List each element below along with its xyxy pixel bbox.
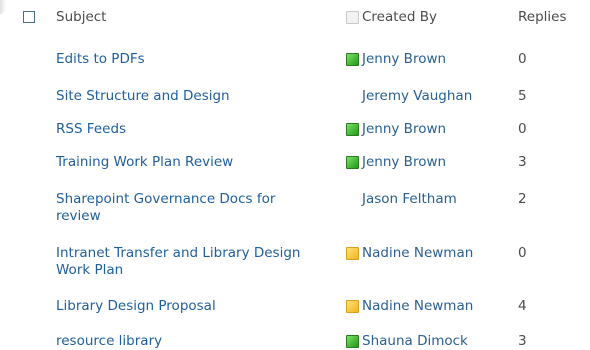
presence-status-icon[interactable]	[346, 335, 359, 348]
discussion-subject-link[interactable]: Edits to PDFs	[56, 51, 316, 68]
discussion-subject-link[interactable]: RSS Feeds	[56, 121, 316, 138]
created-by-user-link[interactable]: Nadine Newman	[362, 245, 473, 261]
created-by-user-link[interactable]: Jeremy Vaughan	[362, 88, 472, 104]
replies-count: 0	[518, 245, 527, 261]
created-by-cell: Jenny Brown	[346, 51, 446, 67]
created-by-cell: Shauna Dimock	[346, 333, 468, 349]
presence-status-icon[interactable]	[346, 247, 359, 260]
presence-status-icon[interactable]	[346, 300, 359, 313]
created-by-user-link[interactable]: Jenny Brown	[362, 121, 446, 137]
column-header-created-by-wrap: Created By	[346, 9, 437, 25]
discussion-subject-link[interactable]: Training Work Plan Review	[56, 154, 316, 171]
created-by-cell: Nadine Newman	[346, 245, 473, 261]
discussion-subject-link[interactable]: Sharepoint Governance Docs for review	[56, 191, 316, 225]
created-by-cell: Jason Feltham	[346, 191, 457, 207]
list-header: Subject Created By Replies	[0, 0, 590, 36]
replies-count: 3	[518, 333, 527, 349]
presence-header-icon	[346, 10, 359, 24]
created-by-user-link[interactable]: Nadine Newman	[362, 298, 473, 314]
created-by-cell: Jenny Brown	[346, 121, 446, 137]
discussion-subject-link[interactable]: Site Structure and Design	[56, 88, 316, 105]
created-by-cell: Nadine Newman	[346, 298, 473, 314]
presence-status-icon[interactable]	[346, 156, 359, 169]
created-by-cell: Jenny Brown	[346, 154, 446, 170]
replies-count: 2	[518, 191, 527, 207]
column-header-created-by[interactable]: Created By	[362, 9, 437, 25]
discussion-subject-link[interactable]: Intranet Transfer and Library Design Wor…	[56, 245, 316, 279]
replies-count: 0	[518, 51, 527, 67]
replies-count: 5	[518, 88, 527, 104]
presence-status-icon[interactable]	[346, 53, 359, 66]
created-by-cell: Jeremy Vaughan	[346, 88, 472, 104]
column-header-subject[interactable]: Subject	[56, 9, 106, 25]
replies-count: 0	[518, 121, 527, 137]
select-all-checkbox[interactable]	[23, 11, 35, 23]
created-by-user-link[interactable]: Jason Feltham	[362, 191, 457, 207]
column-header-replies[interactable]: Replies	[518, 9, 567, 25]
discussion-subject-link[interactable]: Library Design Proposal	[56, 298, 316, 315]
created-by-user-link[interactable]: Jenny Brown	[362, 51, 446, 67]
replies-count: 4	[518, 298, 527, 314]
presence-status-icon[interactable]	[346, 123, 359, 136]
created-by-user-link[interactable]: Jenny Brown	[362, 154, 446, 170]
replies-count: 3	[518, 154, 527, 170]
discussion-subject-link[interactable]: resource library	[56, 333, 316, 350]
created-by-user-link[interactable]: Shauna Dimock	[362, 333, 468, 349]
